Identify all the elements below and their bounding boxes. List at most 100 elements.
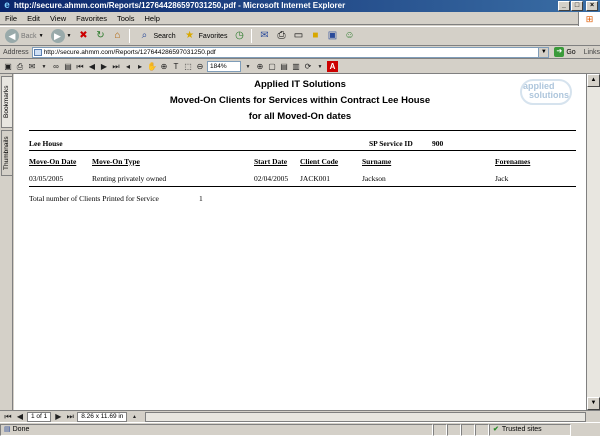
print-icon[interactable]: ⎙: [15, 62, 25, 72]
star-icon: ★: [185, 30, 195, 41]
address-label: Address: [3, 48, 29, 56]
zoom-tool-icon[interactable]: ⊕: [159, 62, 169, 72]
total-clients-value: 1: [199, 194, 203, 203]
tab-bookmarks[interactable]: Bookmarks: [1, 76, 12, 128]
scroll-down-button[interactable]: ▼: [587, 397, 600, 410]
refresh-icon[interactable]: ↻: [93, 29, 107, 43]
search-label: Search: [153, 32, 176, 40]
fit-page-icon[interactable]: ▤: [279, 62, 289, 72]
open-icon[interactable]: ▤: [63, 62, 73, 72]
zoom-level-field[interactable]: 184%: [207, 61, 241, 72]
history-icon[interactable]: ◷: [232, 29, 246, 43]
previous-page-icon[interactable]: ◀: [15, 412, 25, 422]
messenger-icon[interactable]: ☺: [342, 29, 356, 43]
go-button[interactable]: ➜ Go: [554, 47, 576, 57]
next-page-icon[interactable]: ▶: [99, 62, 109, 72]
go-label: Go: [566, 48, 576, 56]
toolbar-separator: [251, 29, 253, 43]
discuss-icon[interactable]: ■: [308, 29, 322, 43]
chevron-down-icon[interactable]: ▼: [243, 62, 253, 72]
menu-view[interactable]: View: [45, 14, 71, 23]
horizontal-scrollbar[interactable]: [145, 411, 586, 422]
address-input[interactable]: http://secure.ahmm.com/Reports/127644286…: [31, 46, 540, 58]
back-view-icon[interactable]: ◂: [123, 62, 133, 72]
back-button[interactable]: ◀ Back ▼: [3, 28, 46, 44]
adobe-acrobat-icon[interactable]: A: [327, 61, 338, 72]
print-icon[interactable]: ⎙: [274, 29, 288, 43]
menu-help[interactable]: Help: [140, 14, 165, 23]
chevron-down-icon[interactable]: ▼: [39, 62, 49, 72]
windows-logo-icon: ⊞: [578, 12, 600, 26]
menu-bar: File Edit View Favorites Tools Help: [0, 12, 600, 25]
column-header-move-on-date: Move-On Date: [29, 157, 77, 166]
next-page-icon[interactable]: ▶: [53, 412, 63, 422]
divider: [29, 130, 576, 131]
page-done-icon: ▤: [4, 425, 11, 433]
pdf-document-page: Applied IT Solutions Moved-On Clients fo…: [14, 74, 586, 410]
cell-forenames: Jack: [495, 174, 509, 183]
cell-client-code: JACK001: [300, 174, 331, 183]
forward-arrow-icon: ▶: [50, 29, 65, 43]
hand-tool-icon[interactable]: ✋: [147, 62, 157, 72]
chevron-down-icon[interactable]: ▼: [315, 62, 325, 72]
zoom-in-icon[interactable]: ⊕: [255, 62, 265, 72]
forward-view-icon[interactable]: ▸: [135, 62, 145, 72]
actual-size-icon[interactable]: ▢: [267, 62, 277, 72]
previous-page-icon[interactable]: ◀: [87, 62, 97, 72]
save-icon[interactable]: ▣: [3, 62, 13, 72]
research-icon[interactable]: ▣: [325, 29, 339, 43]
chevron-down-icon: ▼: [38, 33, 44, 39]
status-bar: ▤ Done ✔ Trusted sites: [0, 422, 600, 436]
last-page-icon[interactable]: ⏭: [111, 62, 121, 72]
page-number-field[interactable]: 1 of 1: [27, 411, 52, 422]
first-page-icon[interactable]: ⏮: [3, 412, 13, 422]
divider: [29, 150, 576, 151]
close-button[interactable]: ×: [586, 1, 598, 11]
status-cell: [461, 423, 475, 436]
address-bar: Address http://secure.ahmm.com/Reports/1…: [0, 46, 600, 59]
home-icon[interactable]: ⌂: [110, 29, 124, 43]
menu-edit[interactable]: Edit: [22, 14, 45, 23]
scroll-up-button[interactable]: ▲: [587, 74, 600, 87]
cell-surname: Jackson: [362, 174, 386, 183]
last-page-icon[interactable]: ⏭: [65, 412, 75, 422]
maximize-button[interactable]: □: [571, 1, 583, 11]
first-page-icon[interactable]: ⏮: [75, 62, 85, 72]
graphics-select-icon[interactable]: ⬚: [183, 62, 193, 72]
window-title: http://secure.ahmm.com/Reports/127644286…: [14, 1, 346, 10]
chevron-down-icon: ▼: [66, 33, 72, 39]
back-label: Back: [21, 32, 37, 40]
minimize-button[interactable]: _: [558, 1, 570, 11]
status-cell: [475, 423, 489, 436]
window-controls: _ □ ×: [558, 1, 598, 11]
menu-tools[interactable]: Tools: [112, 14, 140, 23]
zoom-out-icon[interactable]: ⊖: [195, 62, 205, 72]
column-header-surname: Surname: [362, 157, 392, 166]
forward-button[interactable]: ▶ ▼: [49, 28, 74, 44]
column-header-start-date: Start Date: [254, 157, 288, 166]
menu-file[interactable]: File: [0, 14, 22, 23]
chevron-down-icon[interactable]: ▲: [129, 412, 139, 422]
favorites-button[interactable]: ★ Favorites: [181, 28, 230, 44]
column-header-client-code: Client Code: [300, 157, 339, 166]
edit-icon[interactable]: ▭: [291, 29, 305, 43]
search-button[interactable]: ⌕ Search: [135, 28, 177, 44]
binoculars-icon[interactable]: ∞: [51, 62, 61, 72]
security-zone-cell: ✔ Trusted sites: [489, 423, 571, 436]
security-zone-label: Trusted sites: [501, 425, 542, 433]
side-tabs-panel: Bookmarks Thumbnails: [0, 74, 13, 410]
address-dropdown-button[interactable]: ▼: [539, 46, 550, 58]
search-icon: ⌕: [141, 30, 148, 41]
rotate-icon[interactable]: ⟳: [303, 62, 313, 72]
tab-thumbnails[interactable]: Thumbnails: [1, 130, 12, 176]
email-icon[interactable]: ✉: [27, 62, 37, 72]
fit-width-icon[interactable]: ▥: [291, 62, 301, 72]
stop-icon[interactable]: ✖: [76, 29, 90, 43]
vertical-scrollbar[interactable]: ▲ ▼: [586, 74, 600, 410]
cell-start-date: 02/04/2005: [254, 174, 289, 183]
mail-icon[interactable]: ✉: [257, 29, 271, 43]
menu-favorites[interactable]: Favorites: [71, 14, 112, 23]
address-url: http://secure.ahmm.com/Reports/127644286…: [43, 48, 216, 56]
text-select-icon[interactable]: T: [171, 62, 181, 72]
links-button[interactable]: Links: [584, 49, 600, 56]
